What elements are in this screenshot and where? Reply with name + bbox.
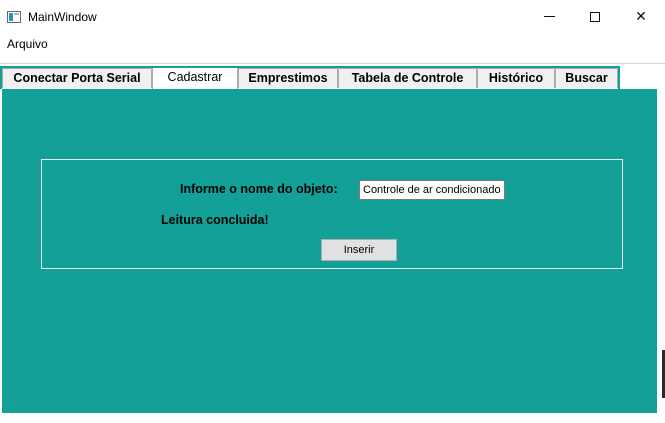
- tab-historico[interactable]: Histórico: [477, 68, 555, 88]
- maximize-button[interactable]: [572, 0, 618, 33]
- tab-emprestimos[interactable]: Emprestimos: [238, 68, 338, 88]
- menu-item-arquivo[interactable]: Arquivo: [7, 37, 48, 51]
- status-message: Leitura concluida!: [161, 213, 269, 227]
- object-name-input[interactable]: [359, 180, 505, 200]
- insert-button[interactable]: Inserir: [321, 239, 397, 261]
- minimize-icon: [543, 16, 555, 17]
- menu-separator: [0, 63, 665, 64]
- tab-bar: Conectar Porta Serial Cadastrar Empresti…: [0, 66, 620, 89]
- tab-buscar[interactable]: Buscar: [555, 68, 618, 88]
- tab-cadastrar[interactable]: Cadastrar: [152, 66, 238, 89]
- title-bar: MainWindow ✕: [0, 0, 665, 33]
- maximize-icon: [590, 11, 600, 22]
- close-button[interactable]: ✕: [618, 0, 664, 33]
- tab-conectar-porta-serial[interactable]: Conectar Porta Serial: [2, 68, 152, 88]
- window-title: MainWindow: [28, 10, 97, 24]
- object-name-label: Informe o nome do objeto:: [180, 182, 338, 196]
- close-icon: ✕: [635, 8, 647, 25]
- cadastrar-panel: Informe o nome do objeto: Leitura conclu…: [2, 89, 657, 413]
- app-window-icon: [7, 11, 21, 23]
- menu-bar: Arquivo: [0, 33, 665, 54]
- tab-tabela-de-controle[interactable]: Tabela de Controle: [338, 68, 477, 88]
- minimize-button[interactable]: [526, 0, 572, 33]
